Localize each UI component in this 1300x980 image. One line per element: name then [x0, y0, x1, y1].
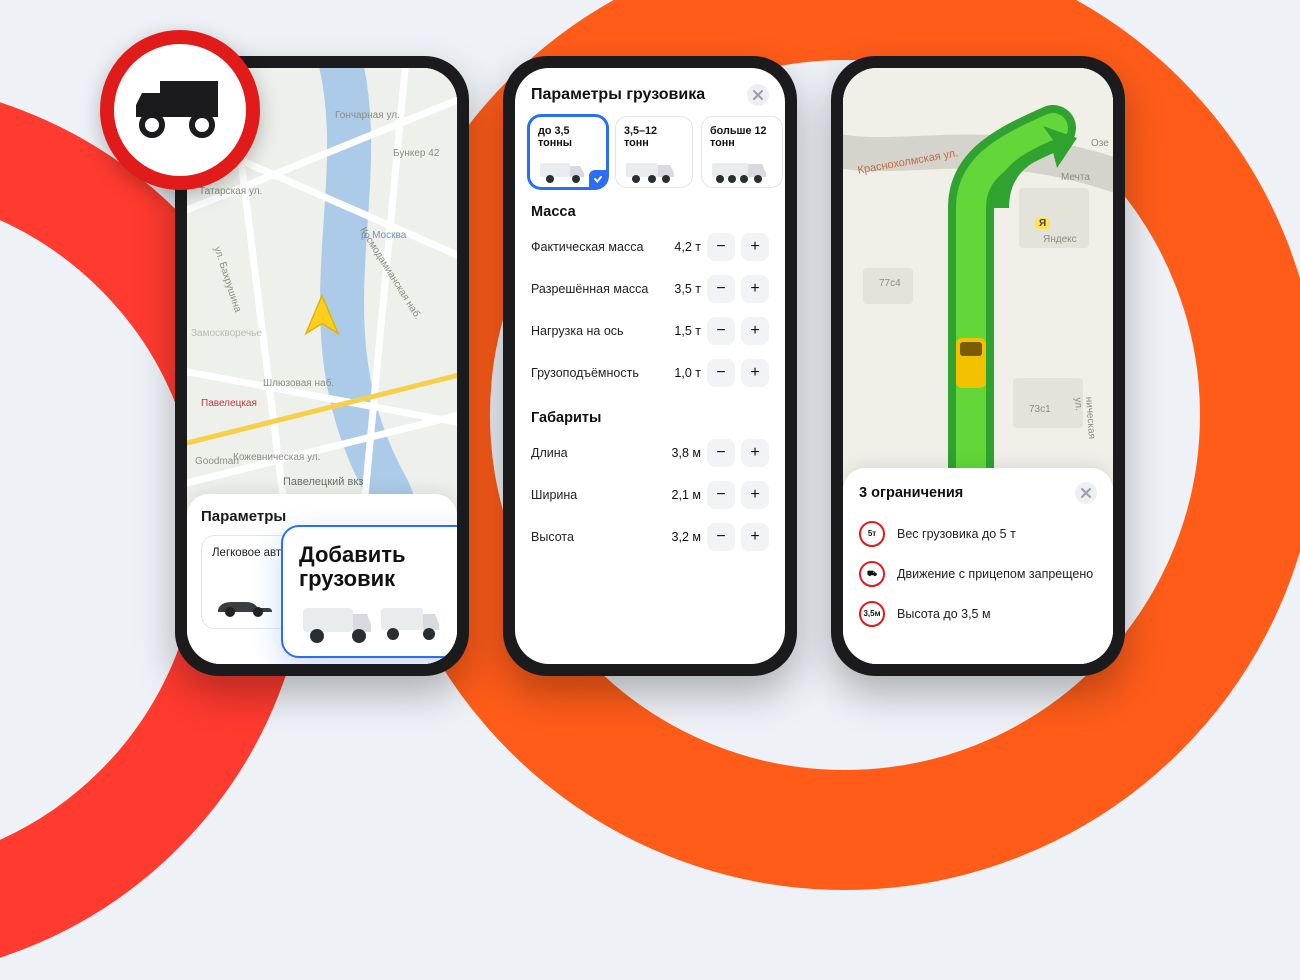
restrictions-title: 3 ограничения [859, 485, 963, 501]
vehicle-option-label: Добавить грузовик [299, 543, 457, 591]
param-row: Высота 3,2 м−+ [531, 516, 769, 558]
medium-truck-icon [624, 161, 684, 183]
param-row: Разрешённая масса 3,5 т−+ [531, 268, 769, 310]
map-label: Шлюзовая наб. [263, 378, 334, 389]
weight-class-option-2[interactable]: 3,5–12 тонн [615, 116, 693, 188]
decrement-button[interactable]: − [707, 481, 735, 509]
param-name: Ширина [531, 488, 577, 502]
weight-class-row: до 3,5 тонны 3,5–12 тонн больше 12 то [515, 116, 785, 188]
restriction-item: 5т Вес грузовика до 5 т [859, 514, 1097, 554]
section-title-mass: Масса [515, 188, 785, 226]
increment-button[interactable]: + [741, 317, 769, 345]
increment-button[interactable]: + [741, 275, 769, 303]
close-icon [753, 90, 763, 100]
van-truck-icon [299, 602, 457, 646]
map-label: 77с4 [879, 278, 901, 289]
param-name: Длина [531, 446, 568, 460]
vehicle-option-truck-popout[interactable]: Добавить грузовик [281, 525, 457, 657]
map-label: Гончарная ул. [335, 110, 400, 121]
param-value: 2,1 м [657, 488, 701, 502]
restriction-text: Высота до 3,5 м [897, 607, 991, 621]
selected-check-icon [589, 170, 607, 188]
map-label: ническая ул. [1072, 396, 1098, 453]
map-label: Бункер 42 [393, 148, 439, 159]
map-label: Павелецкая [201, 398, 257, 409]
close-icon [1081, 488, 1091, 498]
map-label: Озе [1091, 138, 1109, 149]
increment-button[interactable]: + [741, 359, 769, 387]
increment-button[interactable]: + [741, 523, 769, 551]
param-value: 1,5 т [657, 324, 701, 338]
restriction-text: Вес грузовика до 5 т [897, 527, 1016, 541]
restriction-sign-icon: 5т [859, 521, 885, 547]
param-row: Фактическая масса 4,2 т−+ [531, 226, 769, 268]
weight-class-option-3[interactable]: больше 12 тонн [701, 116, 783, 188]
map-label: Яндекс [1043, 234, 1077, 245]
param-name: Разрешённая масса [531, 282, 648, 296]
increment-button[interactable]: + [741, 233, 769, 261]
map-label: 73с1 [1029, 404, 1051, 415]
param-row: Нагрузка на ось 1,5 т−+ [531, 310, 769, 352]
restriction-sign-icon: ⛟ [859, 561, 885, 587]
restriction-item: 3,5м Высота до 3,5 м [859, 594, 1097, 634]
map-label: Goodman [195, 456, 239, 467]
restriction-sign-icon: 3,5м [859, 601, 885, 627]
weight-class-label: 3,5–12 тонн [624, 125, 684, 150]
param-name: Фактическая масса [531, 240, 643, 254]
param-name: Высота [531, 530, 574, 544]
map-label: Я [1035, 218, 1050, 229]
restriction-text: Движение с прицепом запрещено [897, 567, 1093, 581]
increment-button[interactable]: + [741, 439, 769, 467]
map-label: Кожевническая ул. [233, 452, 320, 463]
param-row: Грузоподъёмность 1,0 т−+ [531, 352, 769, 394]
decrement-button[interactable]: − [707, 359, 735, 387]
decrement-button[interactable]: − [707, 233, 735, 261]
map-label: Павелецкий вкз [283, 476, 363, 488]
phone-3: Краснохолмская ул. Мечта Яндекс Озе ниче… [831, 56, 1125, 676]
param-value: 3,5 т [657, 282, 701, 296]
restriction-item: ⛟ Движение с прицепом запрещено [859, 554, 1097, 594]
map-label: Мечта [1061, 172, 1090, 183]
weight-class-label: больше 12 тонн [710, 125, 774, 150]
location-cursor-icon [300, 293, 344, 342]
decrement-button[interactable]: − [707, 275, 735, 303]
map-label: Татарская ул. [199, 186, 262, 197]
phone-2: Параметры грузовика до 3,5 тонны 3,5 [503, 56, 797, 676]
close-button[interactable] [747, 84, 769, 106]
section-title-dimensions: Габариты [515, 394, 785, 432]
sheet-title: Параметры [201, 508, 443, 525]
map-label: р. Москва [361, 230, 406, 241]
truck-icon [130, 75, 230, 145]
truck-road-sign [100, 30, 260, 190]
param-value: 3,2 м [657, 530, 701, 544]
map-label: Замоскворечье [191, 328, 262, 339]
param-value: 3,8 м [657, 446, 701, 460]
restrictions-sheet: 3 ограничения 5т Вес грузовика до 5 т ⛟ Дви… [843, 468, 1113, 664]
param-name: Грузоподъёмность [531, 366, 639, 380]
panel-title: Параметры грузовика [531, 86, 705, 104]
close-button[interactable] [1075, 482, 1097, 504]
param-name: Нагрузка на ось [531, 324, 624, 338]
param-value: 4,2 т [657, 240, 701, 254]
decrement-button[interactable]: − [707, 439, 735, 467]
weight-class-option-1[interactable]: до 3,5 тонны [529, 116, 607, 188]
param-row: Длина 3,8 м−+ [531, 432, 769, 474]
heavy-truck-icon [710, 161, 774, 183]
param-row: Ширина 2,1 м−+ [531, 474, 769, 516]
vehicle-params-sheet: Параметры Легковое авто Добавить грузов [187, 494, 457, 664]
weight-class-label: до 3,5 тонны [538, 125, 598, 150]
decrement-button[interactable]: − [707, 317, 735, 345]
increment-button[interactable]: + [741, 481, 769, 509]
decrement-button[interactable]: − [707, 523, 735, 551]
param-value: 1,0 т [657, 366, 701, 380]
